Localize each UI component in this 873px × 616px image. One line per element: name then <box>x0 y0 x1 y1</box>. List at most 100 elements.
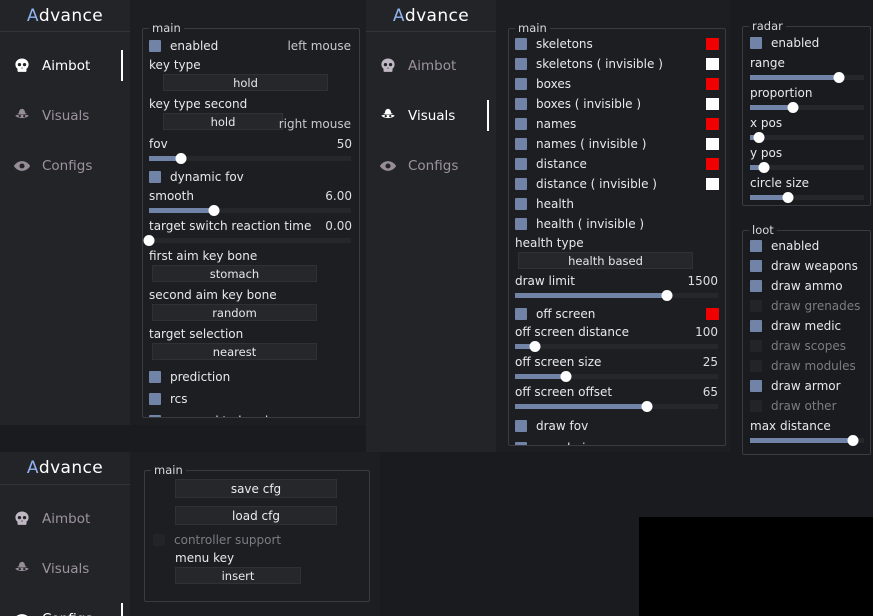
visuals-check-row[interactable]: health <box>515 194 721 214</box>
slider-knob[interactable] <box>560 371 572 382</box>
slider-knob[interactable] <box>143 235 155 246</box>
checkbox[interactable] <box>515 138 527 150</box>
loot-check-row[interactable]: draw ammo <box>750 276 864 296</box>
visuals-check-row[interactable]: distance <box>515 154 721 174</box>
sidebar-item-aimbot[interactable]: Aimbot <box>0 494 130 544</box>
visuals-check-row[interactable]: skeletons ( invisible ) <box>515 54 721 74</box>
color-swatch[interactable] <box>706 178 719 190</box>
loot-check-row[interactable]: enabled <box>750 236 864 256</box>
checkbox[interactable] <box>750 260 762 272</box>
checkbox[interactable] <box>515 420 527 432</box>
checkbox[interactable] <box>515 38 527 50</box>
checkbox[interactable] <box>515 58 527 70</box>
radar-xpos-slider[interactable] <box>750 132 864 143</box>
checkbox[interactable] <box>149 371 161 383</box>
rcs-row[interactable]: rcs <box>149 389 355 409</box>
sidebar-item-configs[interactable]: Configs <box>0 141 130 191</box>
checkbox[interactable] <box>149 40 161 52</box>
visuals-check-row[interactable]: boxes <box>515 74 721 94</box>
checkbox[interactable] <box>149 393 161 405</box>
checkbox[interactable] <box>153 534 165 546</box>
key-type-combo[interactable]: hold <box>163 74 328 91</box>
loot-check-row[interactable]: draw other <box>750 396 864 416</box>
checkbox[interactable] <box>750 340 762 352</box>
checkbox[interactable] <box>515 308 527 320</box>
sidebar-item-configs[interactable]: Configs <box>0 594 130 616</box>
aimbot-enabled-row[interactable]: enabled left mouse <box>149 36 355 56</box>
key-type-second-combo[interactable]: hold <box>163 113 283 130</box>
radar-proportion-slider[interactable] <box>750 102 864 113</box>
checkbox[interactable] <box>515 118 527 130</box>
target-selection-combo[interactable]: nearest <box>152 343 317 360</box>
off-screen-row[interactable]: off screen <box>515 304 721 324</box>
checkbox[interactable] <box>515 178 527 190</box>
save-cfg-button[interactable]: save cfg <box>175 479 337 498</box>
checkbox[interactable] <box>750 240 762 252</box>
radar-range-slider[interactable] <box>750 72 864 83</box>
color-swatch[interactable] <box>706 58 719 70</box>
slider-knob[interactable] <box>641 401 653 412</box>
slider-knob[interactable] <box>175 153 187 164</box>
slider-knob[interactable] <box>782 192 794 203</box>
draw-fov-row[interactable]: draw fov <box>515 416 721 436</box>
load-cfg-button[interactable]: load cfg <box>175 506 337 525</box>
sidebar-item-aimbot[interactable]: Aimbot <box>0 41 130 91</box>
checkbox[interactable] <box>515 442 527 445</box>
color-swatch[interactable] <box>706 98 719 110</box>
color-swatch[interactable] <box>706 78 719 90</box>
checkbox[interactable] <box>515 158 527 170</box>
checkbox[interactable] <box>515 98 527 110</box>
sidebar-item-configs[interactable]: Configs <box>366 141 496 191</box>
dynamic-fov-row[interactable]: dynamic fov <box>149 167 355 187</box>
loot-check-row[interactable]: draw grenades <box>750 296 864 316</box>
loot-check-row[interactable]: draw medic <box>750 316 864 336</box>
checkbox[interactable] <box>750 280 762 292</box>
radar-circle-size-slider[interactable] <box>750 192 864 203</box>
slider-knob[interactable] <box>661 290 673 301</box>
off-screen-color-swatch[interactable] <box>706 308 719 320</box>
second-bone-combo[interactable]: random <box>152 304 317 321</box>
color-swatch[interactable] <box>706 138 719 150</box>
menu-key-combo[interactable]: insert <box>175 567 301 584</box>
radar-ypos-slider[interactable] <box>750 162 864 173</box>
sidebar-item-visuals[interactable]: Visuals <box>0 91 130 141</box>
visuals-check-row[interactable]: distance ( invisible ) <box>515 174 721 194</box>
slider-knob[interactable] <box>833 72 845 83</box>
visuals-check-row[interactable]: health ( invisible ) <box>515 214 721 234</box>
checkbox[interactable] <box>750 320 762 332</box>
sidebar-item-visuals[interactable]: Visuals <box>0 544 130 594</box>
checkbox[interactable] <box>515 78 527 90</box>
checkbox[interactable] <box>149 171 161 183</box>
checkbox[interactable] <box>515 218 527 230</box>
checkbox[interactable] <box>515 198 527 210</box>
prediction-row[interactable]: prediction <box>149 367 355 387</box>
color-swatch[interactable] <box>706 158 719 170</box>
off-screen-size-slider[interactable] <box>515 371 718 382</box>
checkbox[interactable] <box>750 360 762 372</box>
loot-check-row[interactable]: draw armor <box>750 376 864 396</box>
crosshair-row[interactable]: crosshair <box>515 438 721 445</box>
slider-knob[interactable] <box>753 132 765 143</box>
first-bone-combo[interactable]: stomach <box>152 265 317 282</box>
visuals-check-row[interactable]: skeletons <box>515 34 721 54</box>
sidebar-item-visuals[interactable]: Visuals <box>366 91 496 141</box>
color-swatch[interactable] <box>706 38 719 50</box>
smooth-slider[interactable] <box>149 205 351 216</box>
health-type-combo[interactable]: health based <box>518 252 693 269</box>
draw-limit-slider[interactable] <box>515 290 718 301</box>
loot-check-row[interactable]: draw modules <box>750 356 864 376</box>
visuals-check-row[interactable]: names <box>515 114 721 134</box>
target-switch-slider[interactable] <box>143 235 351 246</box>
checkbox[interactable] <box>750 400 762 412</box>
loot-max-distance-slider[interactable] <box>750 435 864 446</box>
slider-knob[interactable] <box>847 435 859 446</box>
proceed-to-head-row[interactable]: proceed to head <box>149 411 355 417</box>
slider-knob[interactable] <box>529 341 541 352</box>
checkbox[interactable] <box>750 300 762 312</box>
checkbox[interactable] <box>149 415 161 417</box>
fov-slider[interactable] <box>149 153 351 164</box>
slider-knob[interactable] <box>208 205 220 216</box>
checkbox[interactable] <box>750 37 762 49</box>
checkbox[interactable] <box>750 380 762 392</box>
controller-support-row[interactable]: controller support <box>153 530 361 550</box>
